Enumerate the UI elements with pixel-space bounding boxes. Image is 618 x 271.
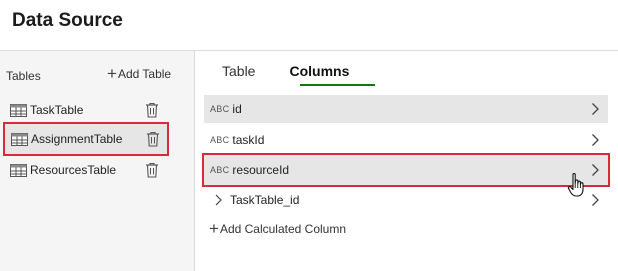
column-row-taskid[interactable]: ABC taskId xyxy=(204,126,608,154)
tables-label: Tables xyxy=(6,69,41,83)
column-label: resourceId xyxy=(232,163,290,177)
add-calculated-column-button[interactable]: + Add Calculated Column xyxy=(209,219,347,238)
table-item-tasktable[interactable]: TaskTable xyxy=(4,95,166,125)
column-row-resourceid[interactable]: ABC resourceId xyxy=(202,153,610,187)
plus-icon: + xyxy=(209,219,219,238)
chevron-right-icon xyxy=(592,194,599,206)
tables-panel: Tables + Add Table TaskTable AssignmentT… xyxy=(0,51,195,271)
trash-icon[interactable] xyxy=(145,102,159,118)
tab-columns[interactable]: Columns xyxy=(289,63,349,79)
table-icon xyxy=(11,132,28,146)
column-label: taskId xyxy=(232,133,265,147)
chevron-right-icon xyxy=(592,103,599,115)
table-item-label: AssignmentTable xyxy=(31,132,123,146)
table-item-label: ResourcesTable xyxy=(30,163,117,177)
add-table-button[interactable]: + Add Table xyxy=(107,64,172,83)
column-label: TaskTable_id xyxy=(230,193,300,207)
plus-icon: + xyxy=(107,64,117,83)
add-table-label: Add Table xyxy=(117,67,172,81)
table-item-label: TaskTable xyxy=(30,103,84,117)
tab-table[interactable]: Table xyxy=(222,63,255,79)
table-item-assignmenttable[interactable]: AssignmentTable xyxy=(3,122,169,156)
add-calculated-column-label: Add Calculated Column xyxy=(219,222,347,236)
tab-bar: Table Columns xyxy=(222,63,383,79)
table-icon xyxy=(10,103,27,117)
text-type-icon: ABC xyxy=(210,165,230,175)
column-row-tasktable-id[interactable]: TaskTable_id xyxy=(204,186,608,214)
trash-icon[interactable] xyxy=(146,131,160,147)
column-row-id[interactable]: ABC id xyxy=(204,95,608,123)
page-title: Data Source xyxy=(12,10,123,31)
chevron-right-icon[interactable] xyxy=(214,194,223,206)
header: Data Source xyxy=(0,0,618,51)
table-icon xyxy=(10,163,27,177)
active-tab-indicator xyxy=(300,84,375,86)
text-type-icon: ABC xyxy=(210,104,230,114)
trash-icon[interactable] xyxy=(145,162,159,178)
column-label: id xyxy=(232,102,242,116)
hand-pointer-cursor-icon xyxy=(567,173,584,197)
chevron-right-icon xyxy=(592,164,599,176)
text-type-icon: ABC xyxy=(210,135,230,145)
chevron-right-icon xyxy=(592,134,599,146)
table-item-resourcestable[interactable]: ResourcesTable xyxy=(4,155,166,185)
